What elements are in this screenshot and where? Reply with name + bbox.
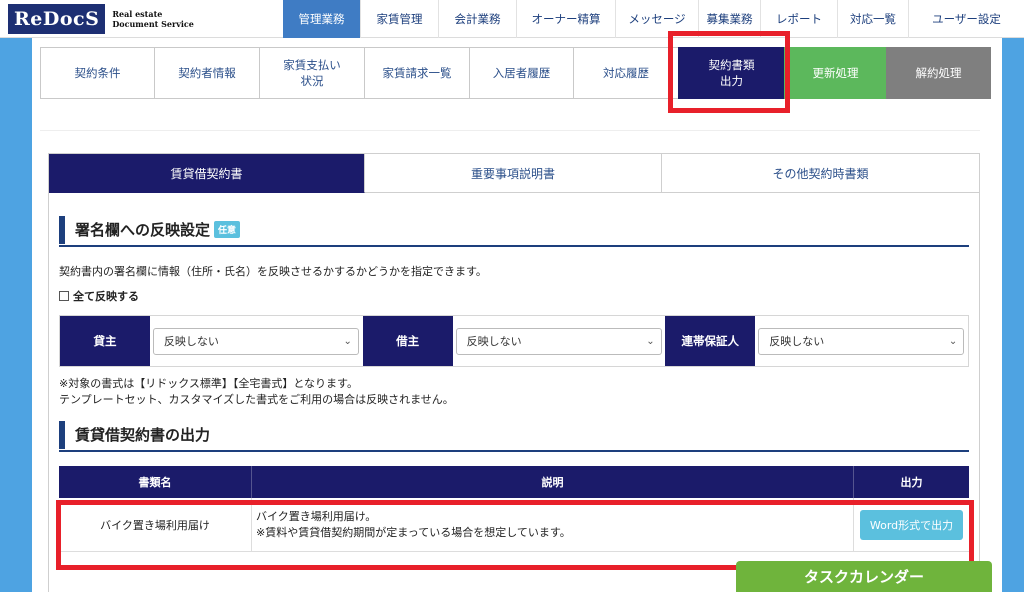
- row-output-cell: Word形式で出力: [854, 498, 969, 551]
- tab-rent-billing-list[interactable]: 家賃請求一覧: [364, 47, 469, 99]
- document-box: 賃貸借契約書 重要事項説明書 その他契約時書類 署名欄への反映設定 任意 契約書…: [48, 153, 980, 592]
- format-note: ※対象の書式は【リドックス標準】【全宅書式】となります。 テンプレートセット、カ…: [59, 376, 454, 408]
- format-note-line2: テンプレートセット、カスタマイズした書式をご利用の場合は反映されません。: [59, 393, 454, 406]
- tab-contractor-info[interactable]: 契約者情報: [154, 47, 259, 99]
- tenant-select-value: 反映しない: [466, 335, 522, 348]
- guarantor-select-value: 反映しない: [769, 335, 825, 348]
- guarantor-select[interactable]: 反映しない ⌄: [758, 327, 965, 355]
- reflect-settings-row: 貸主 反映しない ⌄ 借主 反映しない ⌄ 連帯保証人 反映しない ⌄: [59, 315, 969, 367]
- task-calendar-button[interactable]: タスクカレンダー: [736, 561, 992, 592]
- chevron-down-icon: ⌄: [948, 335, 958, 347]
- label-tenant: 借主: [362, 316, 453, 366]
- nav-yachin[interactable]: 家賃管理: [361, 0, 439, 38]
- nav-message[interactable]: メッセージ: [616, 0, 699, 38]
- row-description-line1: バイク置き場利用届け。: [256, 509, 377, 523]
- nav-taiou-ichiran[interactable]: 対応一覧: [838, 0, 909, 38]
- row-doc-name: バイク置き場利用届け: [59, 498, 252, 551]
- col-output: 出力: [900, 476, 923, 489]
- reflect-all-checkbox-row[interactable]: 全て反映する: [59, 288, 139, 304]
- main-panel: 契約条件 契約者情報 家賃支払い 状況 家賃請求一覧 入居者履歴 対応履歴 契約…: [32, 31, 1002, 592]
- col-doc-name: 書類名: [59, 466, 252, 498]
- tenant-select[interactable]: 反映しない ⌄: [455, 327, 662, 355]
- tab-other-documents[interactable]: その他契約時書類: [662, 154, 979, 193]
- logo-sub-line2: Document Service: [112, 19, 194, 29]
- reflect-all-label: 全て反映する: [73, 290, 139, 303]
- tab-contract-docs-output[interactable]: 契約書類 出力: [678, 47, 784, 99]
- tab-payment-status[interactable]: 家賃支払い 状況: [259, 47, 364, 99]
- tab-important-matters[interactable]: 重要事項説明書: [365, 154, 662, 193]
- optional-badge: 任意: [214, 221, 241, 238]
- nav-user-settings[interactable]: ユーザー設定: [909, 0, 1024, 38]
- col-description: 説明: [252, 466, 854, 498]
- top-navbar: Re DocS Real estate Document Service 管理業務…: [0, 0, 1024, 38]
- tab-contract-terms[interactable]: 契約条件: [40, 47, 154, 99]
- sign-section-description: 契約書内の署名欄に情報（住所・氏名）を反映させるかするかどうかを指定できます。: [59, 265, 487, 278]
- nav-kaikei[interactable]: 会計業務: [439, 0, 517, 38]
- heading-bar: [59, 420, 65, 449]
- logo-sub-line1: Real estate: [112, 9, 163, 19]
- nav-boshu[interactable]: 募集業務: [699, 0, 761, 38]
- output-section-heading: 賃貸借契約書の出力: [59, 419, 969, 452]
- output-table: 書類名 説明 出力 バイク置き場利用届け バイク置き場利用届け。 ※賃料や賃貸借…: [59, 466, 969, 552]
- table-header: 書類名 説明 出力: [59, 466, 969, 498]
- logo-prefix: Re: [14, 8, 43, 30]
- chevron-down-icon: ⌄: [343, 335, 352, 347]
- tab-response-history[interactable]: 対応履歴: [573, 47, 678, 99]
- tab-cancellation[interactable]: 解約処理: [886, 47, 991, 99]
- main-nav: 管理業務 家賃管理 会計業務 オーナー精算 メッセージ 募集業務 レポート 対応…: [283, 0, 1024, 38]
- logo-mark: Re DocS: [8, 4, 106, 34]
- guarantor-cell: 反映しない ⌄: [755, 316, 968, 366]
- nav-kanri[interactable]: 管理業務: [283, 0, 361, 38]
- nav-owner-seisan[interactable]: オーナー精算: [517, 0, 616, 38]
- logo-subtitle: Real estate Document Service: [112, 9, 194, 29]
- table-row: バイク置き場利用届け バイク置き場利用届け。 ※賃料や賃貸借契約期間が定まってい…: [59, 498, 969, 552]
- landlord-cell: 反映しない ⌄: [150, 316, 363, 366]
- tab-tenant-history[interactable]: 入居者履歴: [469, 47, 573, 99]
- output-section-title: 賃貸借契約書の出力: [75, 426, 211, 444]
- word-output-button[interactable]: Word形式で出力: [859, 509, 964, 540]
- format-note-line1: ※対象の書式は【リドックス標準】【全宅書式】となります。: [59, 377, 358, 390]
- logo-suffix: DocS: [42, 8, 100, 30]
- landlord-select[interactable]: 反映しない ⌄: [152, 327, 359, 355]
- nav-report[interactable]: レポート: [761, 0, 838, 38]
- row-description: バイク置き場利用届け。 ※賃料や賃貸借契約期間が定まっている場合を想定しています…: [252, 498, 854, 551]
- landlord-select-value: 反映しない: [163, 335, 219, 348]
- sign-section-heading: 署名欄への反映設定 任意: [59, 214, 969, 247]
- tab-lease-contract[interactable]: 賃貸借契約書: [49, 154, 365, 193]
- tab-renewal[interactable]: 更新処理: [784, 47, 886, 99]
- reflect-all-checkbox[interactable]: [59, 291, 69, 301]
- tenant-cell: 反映しない ⌄: [453, 316, 666, 366]
- redocs-logo[interactable]: Re DocS Real estate Document Service: [8, 4, 194, 34]
- contract-subtabs: 契約条件 契約者情報 家賃支払い 状況 家賃請求一覧 入居者履歴 対応履歴 契約…: [40, 47, 991, 99]
- label-landlord: 貸主: [60, 316, 150, 366]
- divider: [40, 130, 980, 131]
- document-tabs: 賃貸借契約書 重要事項説明書 その他契約時書類: [49, 154, 979, 193]
- row-description-line2: ※賃料や賃貸借契約期間が定まっている場合を想定しています。: [256, 525, 571, 539]
- chevron-down-icon: ⌄: [646, 335, 655, 347]
- sign-section-title: 署名欄への反映設定: [75, 221, 211, 239]
- heading-bar: [59, 215, 65, 244]
- label-guarantor: 連帯保証人: [665, 316, 756, 366]
